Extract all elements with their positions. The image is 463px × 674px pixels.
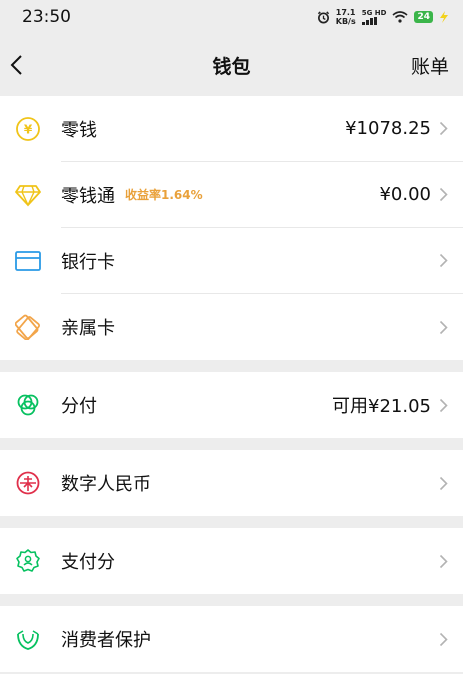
row-label: 零钱 [61, 119, 97, 141]
digital-rmb-icon [14, 469, 42, 497]
row-lingqiantong[interactable]: 零钱通 收益率1.64% ¥0.00 [0, 162, 463, 228]
svg-text:¥: ¥ [24, 123, 33, 137]
row-fenfu[interactable]: 分付 可用¥21.05 [0, 372, 463, 438]
charging-icon [439, 11, 449, 23]
wallet-main-group: ¥ 零钱 ¥1078.25 零钱通 收益率1.64% ¥0.00 银行卡 亲属卡 [0, 96, 463, 360]
chevron-right-icon [439, 121, 449, 136]
chevron-right-icon [439, 253, 449, 268]
alarm-icon [317, 10, 330, 24]
bill-button[interactable]: 账单 [411, 52, 449, 79]
chevron-right-icon [439, 187, 449, 202]
section-divider [0, 594, 463, 606]
row-value: ¥1078.25 [345, 118, 431, 139]
chevron-right-icon [439, 320, 449, 335]
signal-bars-icon [361, 17, 377, 25]
row-label: 零钱通 [61, 185, 115, 207]
family-card-icon [14, 313, 42, 341]
coin-icon: ¥ [14, 115, 42, 143]
status-icons: 17.1 KB/s 5G HD 24 [317, 8, 449, 26]
row-label: 支付分 [61, 552, 115, 573]
back-arrow-icon [10, 55, 22, 75]
section-divider [0, 438, 463, 450]
status-bar: 23:50 17.1 KB/s 5G HD 24 [0, 0, 463, 34]
row-consumer-protection[interactable]: 消费者保护 [0, 606, 463, 672]
nav-bar: 钱包 账单 [0, 34, 463, 96]
section-divider [0, 516, 463, 528]
net-speed: 17.1 KB/s [336, 8, 356, 26]
row-value: ¥0.00 [379, 184, 431, 205]
row-label: 数字人民币 [61, 474, 151, 495]
payscore-icon [14, 547, 42, 575]
bank-card-icon [14, 247, 42, 275]
chevron-right-icon [439, 632, 449, 647]
signal-indicator: 5G HD [361, 9, 387, 25]
row-family-card[interactable]: 亲属卡 [0, 294, 463, 360]
row-label: 分付 [61, 396, 97, 417]
battery-indicator: 24 [414, 11, 433, 23]
row-label: 银行卡 [61, 251, 115, 273]
net-speed-unit: KB/s [335, 17, 356, 26]
diamond-icon [14, 181, 42, 209]
digital-rmb-group: 数字人民币 [0, 450, 463, 516]
row-label: 亲属卡 [61, 318, 115, 339]
back-button[interactable] [10, 45, 40, 85]
row-payscore[interactable]: 支付分 [0, 528, 463, 594]
page-title: 钱包 [212, 55, 251, 78]
row-change[interactable]: ¥ 零钱 ¥1078.25 [0, 96, 463, 162]
status-time: 23:50 [22, 7, 71, 27]
chevron-right-icon [439, 554, 449, 569]
chevron-right-icon [439, 476, 449, 491]
row-value: 可用¥21.05 [332, 396, 431, 417]
yield-rate-badge: 收益率1.64% [125, 188, 203, 202]
fenfu-icon [14, 391, 42, 419]
payscore-group: 支付分 [0, 528, 463, 594]
section-divider [0, 360, 463, 372]
wifi-icon [392, 11, 408, 23]
fenfu-group: 分付 可用¥21.05 [0, 372, 463, 438]
net-speed-value: 17.1 [335, 8, 356, 17]
row-digital-rmb[interactable]: 数字人民币 [0, 450, 463, 516]
row-label: 消费者保护 [61, 630, 151, 651]
consumer-protection-icon [14, 625, 42, 653]
signal-label: 5G HD [361, 9, 387, 17]
chevron-right-icon [439, 398, 449, 413]
row-bank-card[interactable]: 银行卡 [0, 228, 463, 294]
consumer-protection-group: 消费者保护 [0, 606, 463, 672]
